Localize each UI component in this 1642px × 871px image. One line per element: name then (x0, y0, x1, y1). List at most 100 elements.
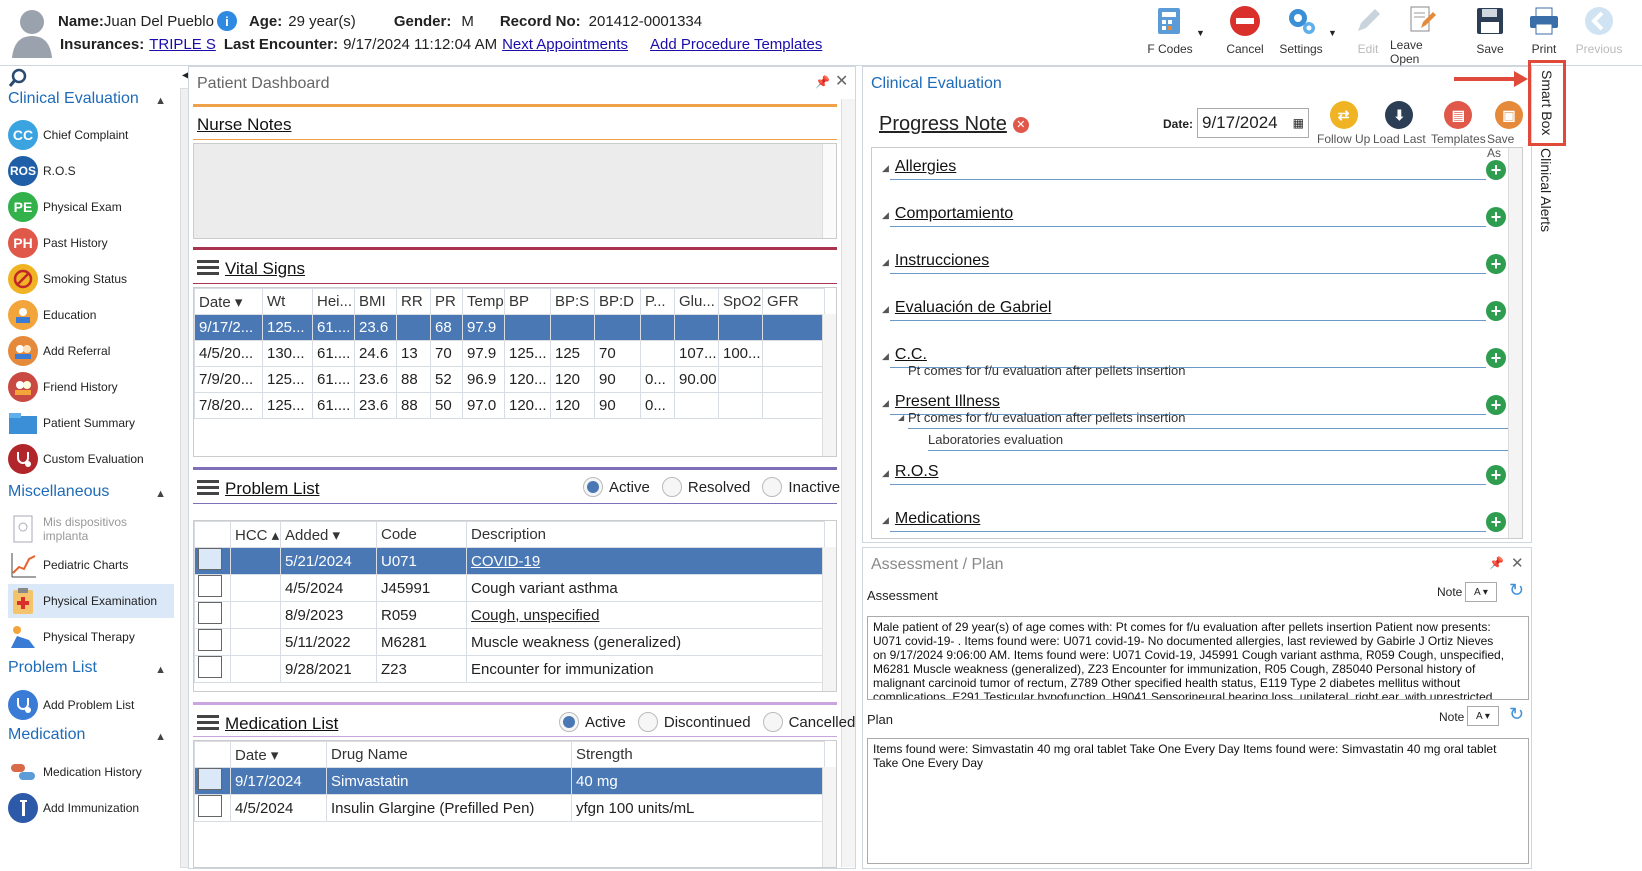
sidebar-item-ros[interactable]: ROS R.O.S (8, 154, 174, 188)
cancel-button[interactable]: Cancel (1213, 4, 1277, 62)
sidebar-item-physical-exam[interactable]: PE Physical Exam (8, 190, 174, 224)
nurse-notes-textarea[interactable] (193, 143, 837, 239)
vitals-column-header[interactable]: Glu... (674, 288, 719, 315)
sidebar-item-add-immunization[interactable]: Add Immunization (8, 791, 174, 825)
refresh-icon[interactable]: ↻ (1509, 704, 1524, 725)
vitals-column-header[interactable]: BP (504, 288, 551, 315)
follow-up-button[interactable]: ⇄ Follow Up (1317, 101, 1370, 146)
row-checkbox[interactable] (198, 768, 222, 790)
assessment-format-dropdown[interactable]: A ▾ (1465, 582, 1497, 602)
table-row[interactable]: 4/5/20... 130... 61.... 24.6 13 70 97.9 125... 1… (194, 340, 825, 367)
problem-column-header[interactable]: Code (376, 521, 467, 548)
collapse-triangle-icon[interactable]: ◢ (882, 210, 889, 220)
add-plus-icon[interactable]: + (1486, 301, 1506, 321)
clinical-section-row[interactable]: ◢ Comportamiento (882, 205, 1512, 227)
med-filter-discontinued[interactable]: Discontinued (637, 712, 751, 732)
sidebar-item-patient-summary[interactable]: Patient Summary (8, 406, 174, 440)
insurance-link[interactable]: TRIPLE S (149, 36, 216, 53)
section-miscellaneous[interactable]: Miscellaneous (8, 483, 109, 501)
table-row[interactable]: 7/9/20... 125... 61.... 23.6 88 52 96.9 120... 1… (194, 366, 825, 393)
add-plus-icon[interactable]: + (1486, 348, 1506, 368)
templates-button[interactable]: ▤ Templates (1431, 101, 1486, 146)
plan-format-dropdown[interactable]: A ▾ (1467, 706, 1499, 726)
row-checkbox[interactable] (198, 575, 222, 597)
clinical-alerts-tab[interactable]: Clinical Alerts (1538, 148, 1554, 232)
table-row[interactable]: 7/8/20... 125... 61.... 23.6 88 50 97.0 120... 1… (194, 392, 825, 419)
sidebar-item-add-referral[interactable]: Add Referral (8, 334, 174, 368)
row-checkbox[interactable] (198, 629, 222, 651)
sidebar-item-smoking-status[interactable]: Smoking Status (8, 262, 174, 296)
vitals-column-header[interactable]: P... (640, 288, 675, 315)
assessment-textarea[interactable]: Male patient of 29 year(s) of age comes … (867, 616, 1529, 700)
medication-column-header[interactable]: Strength (571, 741, 825, 768)
med-filter-active[interactable]: Active (559, 712, 626, 732)
add-plus-icon[interactable]: + (1486, 465, 1506, 485)
clinical-section-row[interactable]: ◢ Evaluación de Gabriel (882, 299, 1512, 321)
close-icon[interactable]: ✕ (1511, 554, 1524, 572)
add-plus-icon[interactable]: + (1486, 207, 1506, 227)
sidebar-item-implanted-devices[interactable]: Mis dispositivos implanta (8, 512, 174, 546)
add-procedure-templates-link[interactable]: Add Procedure Templates (650, 36, 822, 53)
clinical-section-row[interactable]: ◢ Medications (882, 510, 1512, 532)
problem-column-header[interactable]: Added ▾ (280, 521, 377, 548)
vitals-column-header[interactable]: PR (430, 288, 463, 315)
table-row[interactable]: 5/21/2024 U071 COVID-19 (194, 547, 825, 575)
table-row[interactable]: 4/5/2024 Insulin Glargine (Prefilled Pen)… (194, 794, 825, 822)
row-checkbox[interactable] (198, 795, 222, 817)
collapse-triangle-icon[interactable]: ◢ (882, 304, 889, 314)
sidebar-item-custom-evaluation[interactable]: Custom Evaluation (8, 442, 174, 476)
table-row[interactable]: 4/5/2024 J45991 Cough variant asthma (194, 574, 825, 602)
vitals-column-header[interactable]: Date ▾ (194, 288, 263, 315)
add-plus-icon[interactable]: + (1486, 254, 1506, 274)
next-appointments-link[interactable]: Next Appointments (502, 36, 628, 53)
hamburger-menu-icon[interactable] (197, 260, 219, 276)
remove-icon[interactable]: ✕ (1012, 116, 1029, 133)
row-checkbox[interactable] (198, 602, 222, 624)
vitals-column-header[interactable]: Wt (262, 288, 313, 315)
info-icon[interactable]: i (216, 11, 237, 31)
table-row[interactable]: 9/17/2024 Simvastatin 40 mg (194, 767, 825, 795)
medication-column-header[interactable] (194, 741, 231, 768)
row-checkbox[interactable] (198, 656, 222, 678)
hamburger-menu-icon[interactable] (197, 715, 219, 731)
fcodes-dropdown-icon[interactable]: ▼ (1196, 28, 1205, 38)
chevron-up-icon[interactable]: ▲ (155, 731, 166, 743)
pin-icon[interactable]: 📌 (815, 75, 830, 89)
sidebar-item-education[interactable]: Education (8, 298, 174, 332)
collapse-triangle-icon[interactable]: ◢ (882, 398, 889, 408)
clinical-section-row[interactable]: ◢ Allergies (882, 158, 1512, 180)
vitals-column-header[interactable]: RR (396, 288, 431, 315)
table-row[interactable]: 9/28/2021 Z23 Encounter for immunization (194, 655, 825, 683)
sidebar-item-physical-therapy[interactable]: Physical Therapy (8, 620, 174, 654)
clinical-section-row[interactable]: ◢ R.O.S (882, 463, 1512, 485)
collapse-triangle-icon[interactable]: ◢ (882, 351, 889, 361)
hamburger-menu-icon[interactable] (197, 480, 219, 496)
problem-scrollbar[interactable] (822, 547, 836, 691)
table-row[interactable]: 8/9/2023 R059 Cough, unspecified (194, 601, 825, 629)
sidebar-item-medication-history[interactable]: Medication History (8, 755, 174, 789)
vitals-column-header[interactable]: Hei... (312, 288, 355, 315)
vitals-column-header[interactable]: BP:S (550, 288, 595, 315)
vitals-scrollbar[interactable] (822, 314, 836, 456)
medication-column-header[interactable]: Drug Name (326, 741, 572, 768)
chevron-up-icon[interactable]: ▲ (155, 664, 166, 676)
collapse-triangle-icon[interactable]: ◢ (882, 515, 889, 525)
load-last-button[interactable]: ⬇ Load Last (1373, 101, 1426, 146)
section-problem-list[interactable]: Problem List (8, 659, 97, 677)
clinical-section-row[interactable]: ◢ Instrucciones (882, 252, 1512, 274)
vitals-column-header[interactable]: BMI (354, 288, 397, 315)
nurse-notes-scrollbar[interactable] (822, 144, 836, 238)
dashboard-scrollbar[interactable] (841, 99, 855, 867)
problem-column-header[interactable] (194, 521, 231, 548)
vitals-column-header[interactable]: Temp (462, 288, 505, 315)
vitals-column-header[interactable]: BP:D (594, 288, 641, 315)
medication-scrollbar[interactable] (822, 767, 836, 867)
calendar-icon[interactable]: ▦ (1293, 116, 1304, 130)
collapse-triangle-icon[interactable]: ◢ (882, 468, 889, 478)
problem-filter-resolved[interactable]: Resolved (661, 477, 750, 497)
problem-column-header[interactable]: HCC ▴ (230, 521, 281, 548)
pi-collapse-icon[interactable]: ◢ (898, 413, 904, 422)
close-icon[interactable]: ✕ (835, 71, 848, 91)
leave-open-button[interactable]: Leave Open (1390, 4, 1454, 66)
add-plus-icon[interactable]: + (1486, 512, 1506, 532)
